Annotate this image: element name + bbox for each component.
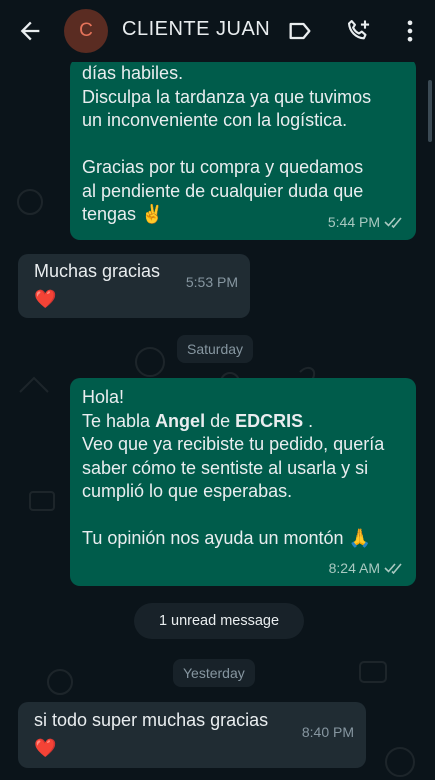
- chat-area[interactable]: días habiles. Disculpa la tardanza ya qu…: [0, 62, 435, 780]
- more-vert-icon[interactable]: [396, 17, 424, 45]
- message-meta: 8:24 AM: [329, 557, 404, 581]
- intro-prefix: Te habla: [82, 410, 156, 431]
- avatar[interactable]: C: [64, 9, 108, 53]
- message-meta: 5:44 PM: [328, 211, 404, 235]
- intro-suffix: .: [303, 410, 314, 431]
- message-time: 8:40 PM: [301, 723, 354, 740]
- back-arrow-icon[interactable]: [16, 17, 44, 45]
- intro-mid: de: [205, 410, 236, 431]
- message-meta: 5:53 PM: [186, 271, 238, 295]
- contact-name[interactable]: CLIENTE JUAN: [122, 18, 270, 41]
- add-call-icon[interactable]: [344, 17, 372, 45]
- chat-header: C CLIENTE JUAN: [0, 0, 435, 62]
- scrollbar[interactable]: [428, 80, 432, 142]
- message-greeting: Hola!: [82, 387, 125, 407]
- heart-emoji: ❤️: [34, 737, 57, 758]
- avatar-letter: C: [79, 20, 93, 41]
- brand-name: EDCRIS: [235, 410, 304, 431]
- outgoing-message[interactable]: Hola! Te habla Angel de EDCRIS . Veo que…: [70, 378, 416, 586]
- message-intro-line: Te habla Angel de EDCRIS .: [82, 410, 404, 434]
- unread-messages-banner: 1 unread message: [134, 603, 304, 639]
- agent-name: Angel: [155, 410, 206, 431]
- label-icon[interactable]: [286, 17, 314, 45]
- date-chip-yesterday: Yesterday: [173, 659, 255, 687]
- message-text: Veo que ya recibiste tu pedido, quería s…: [82, 434, 385, 548]
- message-meta: 8:40 PM: [302, 721, 354, 745]
- heart-emoji: ❤️: [34, 288, 57, 309]
- message-time: 5:53 PM: [185, 273, 238, 290]
- incoming-message[interactable]: si todo super muchas gracias ❤️ 8:40 PM: [18, 702, 366, 768]
- double-check-icon: [384, 563, 402, 575]
- double-check-icon: [384, 217, 402, 229]
- message-time: 5:44 PM: [327, 213, 380, 230]
- message-text: días habiles. Disculpa la tardanza ya qu…: [82, 63, 372, 224]
- date-chip-saturday: Saturday: [177, 335, 254, 363]
- message-time: 8:24 AM: [328, 559, 380, 576]
- outgoing-message[interactable]: días habiles. Disculpa la tardanza ya qu…: [70, 62, 416, 240]
- incoming-message[interactable]: Muchas gracias ❤️ 5:53 PM: [18, 254, 250, 318]
